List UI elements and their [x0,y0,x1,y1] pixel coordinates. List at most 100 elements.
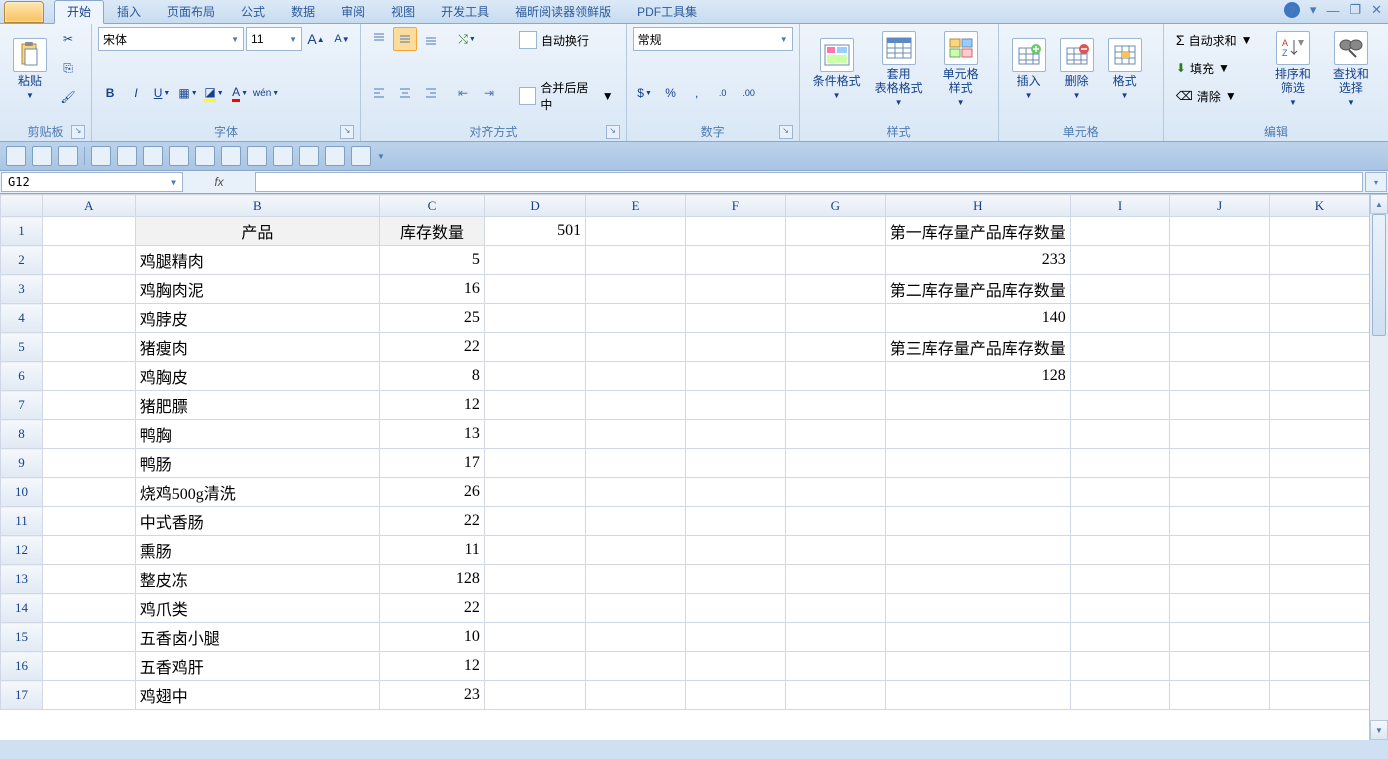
cell-J1[interactable] [1170,217,1270,246]
cell-F13[interactable] [686,565,786,594]
cell-H12[interactable] [885,536,1070,565]
cell-G4[interactable] [785,304,885,333]
cell-H1[interactable]: 第一库存量产品库存数量 [885,217,1070,246]
underline-button[interactable]: U▼ [150,81,174,105]
cell-J5[interactable] [1170,333,1270,362]
font-color-button[interactable]: A▼ [228,81,252,105]
col-header-B[interactable]: B [135,195,379,217]
cell-D8[interactable] [484,420,585,449]
cell-F11[interactable] [686,507,786,536]
row-header-14[interactable]: 14 [1,594,43,623]
cell-F3[interactable] [686,275,786,304]
row-header-9[interactable]: 9 [1,449,43,478]
cell-I5[interactable] [1070,333,1170,362]
cell-D11[interactable] [484,507,585,536]
cell-D2[interactable] [484,246,585,275]
percent-button[interactable]: % [659,81,683,105]
office-button[interactable] [0,0,48,23]
cell-J16[interactable] [1170,652,1270,681]
delete-cells-button[interactable]: 删除▼ [1054,29,1100,111]
col-header-I[interactable]: I [1070,195,1170,217]
cell-B16[interactable]: 五香鸡肝 [135,652,379,681]
grow-font-button[interactable]: A▲ [304,27,328,51]
cell-H15[interactable] [885,623,1070,652]
cell-A12[interactable] [43,536,136,565]
cell-J2[interactable] [1170,246,1270,275]
cell-F1[interactable] [686,217,786,246]
increase-indent-button[interactable]: ⇥ [477,81,501,105]
cell-D5[interactable] [484,333,585,362]
cell-G12[interactable] [785,536,885,565]
cell-I10[interactable] [1070,478,1170,507]
find-select-button[interactable]: 查找和 选择▼ [1323,29,1379,111]
cell-H17[interactable] [885,681,1070,710]
cell-C12[interactable]: 11 [380,536,485,565]
align-left-button[interactable] [367,81,391,105]
select-all-corner[interactable] [1,195,43,217]
cell-H8[interactable] [885,420,1070,449]
cell-C7[interactable]: 12 [380,391,485,420]
cell-I12[interactable] [1070,536,1170,565]
cell-F14[interactable] [686,594,786,623]
col-header-J[interactable]: J [1170,195,1270,217]
cells-table[interactable]: ABCDEFGHIJK1产品库存数量501第一库存量产品库存数量2鸡腿精肉523… [0,194,1370,710]
alignment-launcher[interactable]: ↘ [606,125,620,139]
cell-K13[interactable] [1269,565,1369,594]
fill-button[interactable]: ⬇填充▼ [1172,55,1262,81]
row-header-12[interactable]: 12 [1,536,43,565]
cell-B5[interactable]: 猪瘦肉 [135,333,379,362]
cell-E16[interactable] [586,652,686,681]
cell-B6[interactable]: 鸡胸皮 [135,362,379,391]
cell-F16[interactable] [686,652,786,681]
scroll-down-button[interactable]: ▼ [1370,720,1388,740]
col-header-K[interactable]: K [1269,195,1369,217]
number-launcher[interactable]: ↘ [779,125,793,139]
cell-J7[interactable] [1170,391,1270,420]
row-header-4[interactable]: 4 [1,304,43,333]
cell-D9[interactable] [484,449,585,478]
qat-redo-button[interactable] [58,146,78,166]
qat-btn-8[interactable] [273,146,293,166]
cell-E1[interactable] [586,217,686,246]
phonetic-button[interactable]: wén▼ [254,81,278,105]
cell-J4[interactable] [1170,304,1270,333]
insert-cells-button[interactable]: 插入▼ [1006,29,1052,111]
cell-E8[interactable] [586,420,686,449]
cell-A15[interactable] [43,623,136,652]
cell-A16[interactable] [43,652,136,681]
qat-btn-3[interactable] [143,146,163,166]
cell-I4[interactable] [1070,304,1170,333]
table-format-button[interactable]: 套用 表格格式▼ [869,29,929,111]
qat-btn-2[interactable] [117,146,137,166]
cell-E9[interactable] [586,449,686,478]
shrink-font-button[interactable]: A▼ [330,27,354,51]
cell-G2[interactable] [785,246,885,275]
cell-C15[interactable]: 10 [380,623,485,652]
cell-B8[interactable]: 鸭胸 [135,420,379,449]
cell-C2[interactable]: 5 [380,246,485,275]
cell-A4[interactable] [43,304,136,333]
cell-H16[interactable] [885,652,1070,681]
tab-2[interactable]: 页面布局 [154,0,228,23]
row-header-15[interactable]: 15 [1,623,43,652]
cell-F9[interactable] [686,449,786,478]
row-header-16[interactable]: 16 [1,652,43,681]
cell-K3[interactable] [1269,275,1369,304]
tab-0[interactable]: 开始 [54,0,104,24]
cell-K12[interactable] [1269,536,1369,565]
cell-A3[interactable] [43,275,136,304]
cell-E14[interactable] [586,594,686,623]
qat-btn-9[interactable] [299,146,319,166]
cell-C5[interactable]: 22 [380,333,485,362]
cell-I15[interactable] [1070,623,1170,652]
cell-B14[interactable]: 鸡爪类 [135,594,379,623]
cell-G10[interactable] [785,478,885,507]
cell-I3[interactable] [1070,275,1170,304]
cell-C17[interactable]: 23 [380,681,485,710]
cell-E6[interactable] [586,362,686,391]
cell-B1[interactable]: 产品 [135,217,379,246]
minimize-button[interactable]: — [1326,3,1339,18]
cell-I9[interactable] [1070,449,1170,478]
cell-G9[interactable] [785,449,885,478]
row-header-8[interactable]: 8 [1,420,43,449]
